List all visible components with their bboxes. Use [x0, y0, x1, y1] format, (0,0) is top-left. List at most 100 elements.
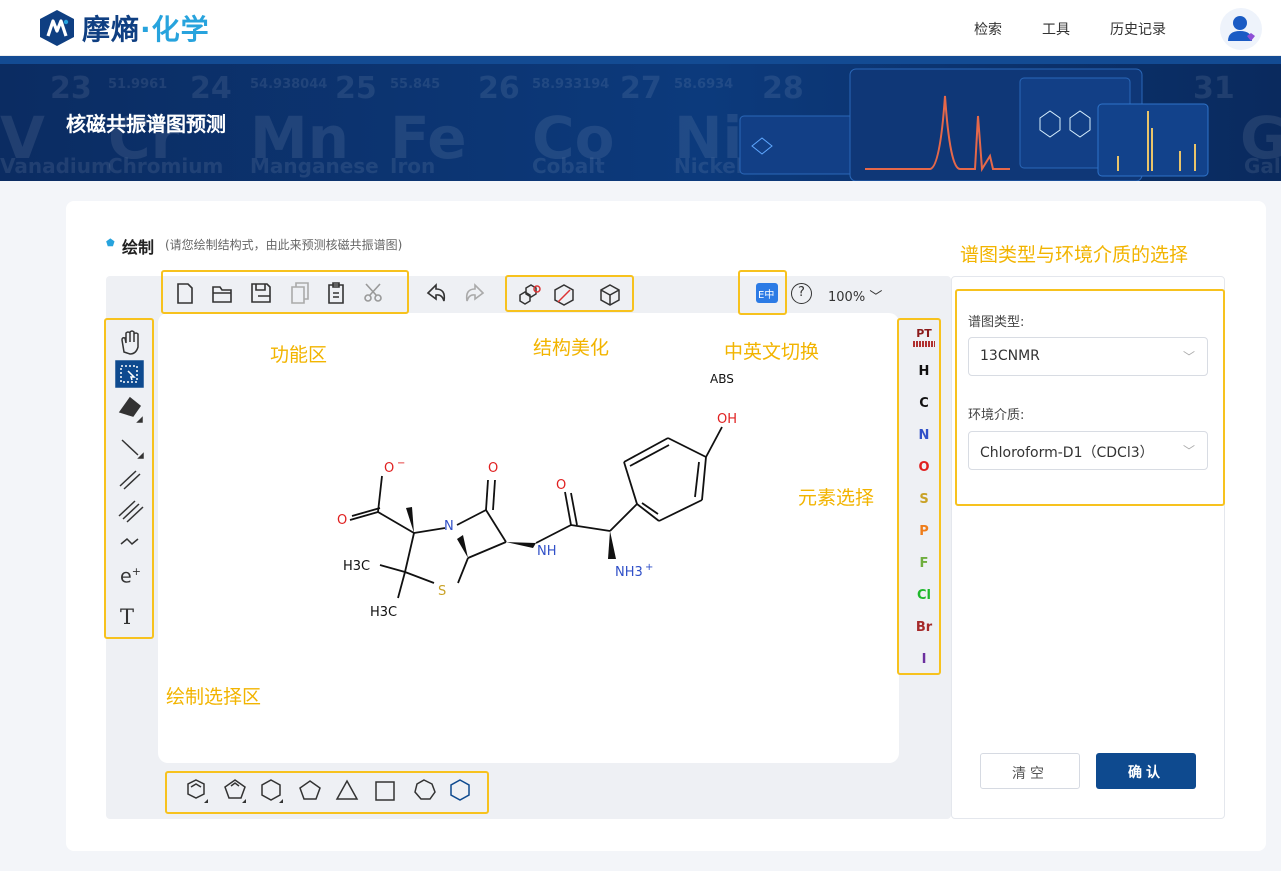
- hero-element-mass-2: 54.938044: [250, 77, 327, 92]
- hero-top-strip: [0, 56, 1281, 64]
- hero-element-mass-1: 51.9961: [108, 77, 167, 92]
- open-folder-icon[interactable]: [212, 286, 232, 303]
- user-icon: [1228, 16, 1255, 41]
- hero-element-name-4: Cobalt: [532, 154, 605, 178]
- hero-element-mass-4: 58.933194: [532, 77, 609, 92]
- hero-element-name-5: Nickel: [674, 154, 743, 178]
- medium-value: Chloroform-D1（CDCl3）: [980, 445, 1154, 461]
- shape-toolbar: [187, 779, 470, 803]
- atom-minus-sign: −: [397, 458, 405, 469]
- cyclopentane-icon[interactable]: [224, 779, 246, 799]
- confirm-button[interactable]: 确认: [1096, 753, 1196, 789]
- clear-button[interactable]: 清空: [980, 753, 1080, 789]
- template-icon[interactable]: [450, 779, 470, 801]
- element-i-button[interactable]: I: [912, 652, 936, 667]
- element-p-button[interactable]: P: [912, 524, 936, 539]
- new-file-icon[interactable]: [177, 283, 193, 304]
- hero-element-number-5: 28: [762, 71, 804, 106]
- element-h-button[interactable]: H: [912, 364, 936, 379]
- section-subtitle: (请您绘制结构式，由此来预测核磁共振谱图): [165, 238, 403, 252]
- text-icon[interactable]: T: [120, 605, 134, 629]
- annotation-draw-select: 绘制选择区: [166, 686, 262, 708]
- hero-element-name-1: Chromium: [108, 154, 223, 178]
- brand-logo-icon[interactable]: [38, 9, 76, 47]
- nav-tools[interactable]: 工具: [1042, 19, 1070, 39]
- spectrum-type-select[interactable]: 13CNMR ﹀: [968, 337, 1208, 376]
- brand-name[interactable]: 摩熵·化学: [82, 8, 210, 48]
- element-o-button[interactable]: O: [912, 460, 936, 475]
- square-icon[interactable]: [375, 781, 395, 801]
- double-bond-icon[interactable]: [119, 470, 141, 490]
- annotation-element-select: 元素选择: [798, 487, 875, 509]
- element-s-button[interactable]: S: [912, 492, 936, 507]
- pentagon-icon[interactable]: [299, 780, 321, 800]
- zoom-select[interactable]: 100% ﹀: [828, 286, 882, 305]
- section-title: 绘制: [122, 238, 155, 257]
- nav-history[interactable]: 历史记录: [1110, 19, 1166, 39]
- clean-3d-icon[interactable]: [600, 284, 620, 306]
- select-icon[interactable]: [115, 360, 144, 388]
- chain-icon[interactable]: [120, 537, 139, 546]
- charge-icon[interactable]: e+: [120, 565, 141, 587]
- atom-o-amide: O: [556, 478, 566, 493]
- hero-element-name-0: Vanadium: [0, 154, 112, 178]
- annotation-beautify: 结构美化: [533, 337, 610, 359]
- atom-nh: NH: [537, 544, 557, 559]
- clean-2d-icon[interactable]: [554, 284, 574, 306]
- user-avatar[interactable]: [1220, 8, 1262, 50]
- spectrum-type-label: 谱图类型:: [968, 315, 1025, 330]
- hero-element-number-6: 31: [1193, 71, 1235, 106]
- atom-methyl-2: H3C: [370, 605, 397, 620]
- element-c-button[interactable]: C: [912, 396, 936, 411]
- periodic-table-icon[interactable]: PT: [912, 327, 936, 347]
- hero-element-number-1: 24: [190, 71, 232, 106]
- medium-label: 环境介质:: [968, 408, 1025, 423]
- medium-select[interactable]: Chloroform-D1（CDCl3） ﹀: [968, 431, 1208, 470]
- periodic-table-label: PT: [916, 327, 932, 340]
- annotation-lang-switch: 中英文切换: [724, 341, 820, 363]
- undo-icon[interactable]: [426, 283, 446, 302]
- chevron-down-icon: ﹀: [1182, 350, 1195, 364]
- hexagon-icon[interactable]: [261, 779, 281, 801]
- redo-icon[interactable]: [465, 283, 485, 302]
- hero-element-mass-5: 58.6934: [674, 77, 733, 92]
- layout-icon[interactable]: [519, 284, 541, 305]
- annotation-spectrum-env: 谱图类型与环境介质的选择: [960, 244, 1189, 266]
- periodic-table-bars-icon: [913, 341, 935, 347]
- cyclohexane-chair-icon[interactable]: [187, 779, 205, 799]
- nav-search[interactable]: 检索: [974, 19, 1002, 39]
- history-toolbar: [426, 283, 485, 302]
- molecule-structure[interactable]: O − O O N S H3C H3C O NH NH3 + OH: [320, 400, 740, 630]
- atom-plus-sign: +: [645, 562, 653, 573]
- atom-o-lactam: O: [488, 461, 498, 476]
- hero-element-number-4: 27: [620, 71, 662, 106]
- single-bond-icon[interactable]: [121, 439, 139, 456]
- element-cl-button[interactable]: Cl: [912, 588, 936, 603]
- brand-name-dot: ·: [140, 13, 152, 46]
- atom-methyl-1: H3C: [343, 559, 370, 574]
- atom-s-ring: S: [438, 584, 446, 599]
- heptagon-icon[interactable]: [414, 779, 436, 800]
- eraser-icon[interactable]: [118, 396, 142, 417]
- element-n-button[interactable]: N: [912, 428, 936, 443]
- hero-element-name-6: Gallium: [1244, 154, 1281, 178]
- atom-o-minus: O: [384, 461, 394, 476]
- paste-icon[interactable]: [328, 282, 344, 304]
- hand-icon[interactable]: [121, 330, 139, 355]
- cut-icon[interactable]: [364, 283, 382, 302]
- copy-icon[interactable]: [291, 282, 309, 304]
- spectrum-type-value: 13CNMR: [980, 348, 1040, 364]
- zoom-value: 100%: [828, 290, 866, 305]
- help-icon[interactable]: ?: [791, 283, 812, 304]
- triangle-icon[interactable]: [335, 779, 359, 800]
- annotation-function-area: 功能区: [270, 344, 328, 366]
- save-icon[interactable]: [251, 283, 271, 303]
- hero-element-number-3: 26: [478, 71, 520, 106]
- beautify-toolbar: [519, 284, 620, 306]
- atom-n-ring: N: [444, 519, 454, 534]
- element-br-button[interactable]: Br: [912, 620, 936, 635]
- atom-o-acid: O: [337, 513, 347, 528]
- element-f-button[interactable]: F: [912, 556, 936, 571]
- triple-bond-icon[interactable]: [118, 500, 144, 523]
- lang-switch-icon[interactable]: E中: [756, 283, 778, 303]
